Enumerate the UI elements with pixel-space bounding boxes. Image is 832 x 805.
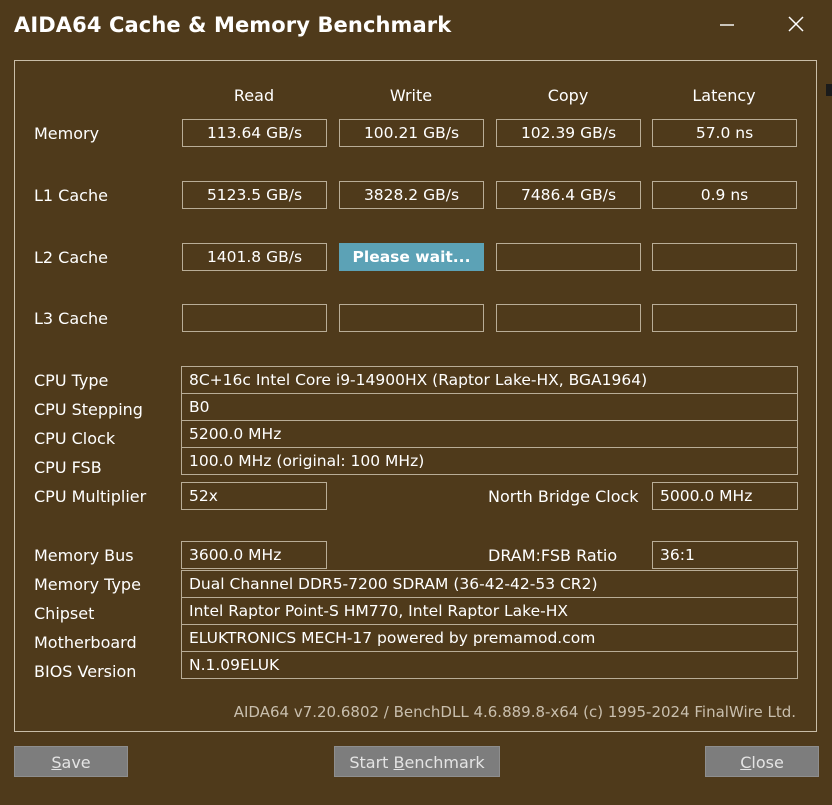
cpu-info-group: 8C+16c Intel Core i9-14900HX (Raptor Lak…: [181, 366, 798, 475]
cpu-type-value: 8C+16c Intel Core i9-14900HX (Raptor Lak…: [181, 366, 798, 394]
label-motherboard: Motherboard: [34, 633, 137, 652]
motherboard-value: ELUKTRONICS MECH-17 powered by premamod.…: [181, 624, 798, 652]
close-accel: C: [740, 753, 752, 772]
close-label-rest: lose: [751, 753, 784, 772]
row-label-l3-cache: L3 Cache: [34, 309, 108, 328]
memory-write-value: 100.21 GB/s: [339, 119, 484, 147]
cpu-stepping-value: B0: [181, 393, 798, 421]
l2-copy-value: [496, 243, 641, 271]
memory-latency-value: 57.0 ns: [652, 119, 797, 147]
l2-write-progress: Please wait...: [339, 243, 484, 271]
l3-write-value: [339, 304, 484, 332]
start-accel: B: [393, 753, 405, 772]
l2-latency-value: [652, 243, 797, 271]
l3-copy-value: [496, 304, 641, 332]
row-label-l2-cache: L2 Cache: [34, 248, 108, 267]
cpu-clock-value: 5200.0 MHz: [181, 420, 798, 448]
system-info-group: Dual Channel DDR5-7200 SDRAM (36-42-42-5…: [181, 570, 798, 679]
l1-write-value: 3828.2 GB/s: [339, 181, 484, 209]
column-header-read: Read: [233, 86, 275, 105]
label-cpu-multiplier: CPU Multiplier: [34, 487, 147, 506]
l1-copy-value: 7486.4 GB/s: [496, 181, 641, 209]
memory-copy-value: 102.39 GB/s: [496, 119, 641, 147]
memory-bus-value: 3600.0 MHz: [181, 541, 327, 569]
save-label-rest: ave: [61, 753, 91, 772]
start-benchmark-button[interactable]: Start Benchmark: [334, 746, 500, 777]
edge-marker: [826, 84, 832, 96]
start-label-pre: Start: [349, 753, 394, 772]
label-cpu-fsb: CPU FSB: [34, 458, 102, 477]
save-button[interactable]: Save: [14, 746, 128, 777]
label-cpu-clock: CPU Clock: [34, 429, 116, 448]
cpu-fsb-value: 100.0 MHz (original: 100 MHz): [181, 447, 798, 475]
label-dram-fsb-ratio: DRAM:FSB Ratio: [488, 546, 618, 565]
label-chipset: Chipset: [34, 604, 95, 623]
l1-read-value: 5123.5 GB/s: [182, 181, 327, 209]
label-memory-type: Memory Type: [34, 575, 141, 594]
save-accel: S: [51, 753, 62, 772]
row-label-l1-cache: L1 Cache: [34, 186, 108, 205]
label-cpu-stepping: CPU Stepping: [34, 400, 143, 419]
label-memory-bus: Memory Bus: [34, 546, 134, 565]
label-bios-version: BIOS Version: [34, 662, 137, 681]
window-title: AIDA64 Cache & Memory Benchmark: [14, 13, 452, 37]
close-icon: [788, 16, 804, 32]
close-window-button[interactable]: [781, 10, 811, 40]
column-header-copy: Copy: [547, 86, 589, 105]
l2-read-value: 1401.8 GB/s: [182, 243, 327, 271]
l3-read-value: [182, 304, 327, 332]
column-header-latency: Latency: [692, 86, 756, 105]
close-button[interactable]: Close: [705, 746, 819, 777]
memory-read-value: 113.64 GB/s: [182, 119, 327, 147]
label-north-bridge-clock: North Bridge Clock: [488, 487, 639, 506]
label-cpu-type: CPU Type: [34, 371, 109, 390]
minimize-button[interactable]: [712, 10, 742, 40]
column-header-write: Write: [389, 86, 433, 105]
chipset-value: Intel Raptor Point-S HM770, Intel Raptor…: [181, 597, 798, 625]
version-footer: AIDA64 v7.20.6802 / BenchDLL 4.6.889.8-x…: [233, 703, 796, 721]
memory-type-value: Dual Channel DDR5-7200 SDRAM (36-42-42-5…: [181, 570, 798, 598]
cpu-multiplier-value: 52x: [181, 482, 327, 510]
bios-version-value: N.1.09ELUK: [181, 651, 798, 679]
start-label-post: enchmark: [404, 753, 485, 772]
row-label-memory: Memory: [34, 124, 100, 143]
minimize-icon: [720, 24, 734, 26]
l1-latency-value: 0.9 ns: [652, 181, 797, 209]
l3-latency-value: [652, 304, 797, 332]
dram-fsb-ratio-value: 36:1: [652, 541, 798, 569]
north-bridge-clock-value: 5000.0 MHz: [652, 482, 798, 510]
